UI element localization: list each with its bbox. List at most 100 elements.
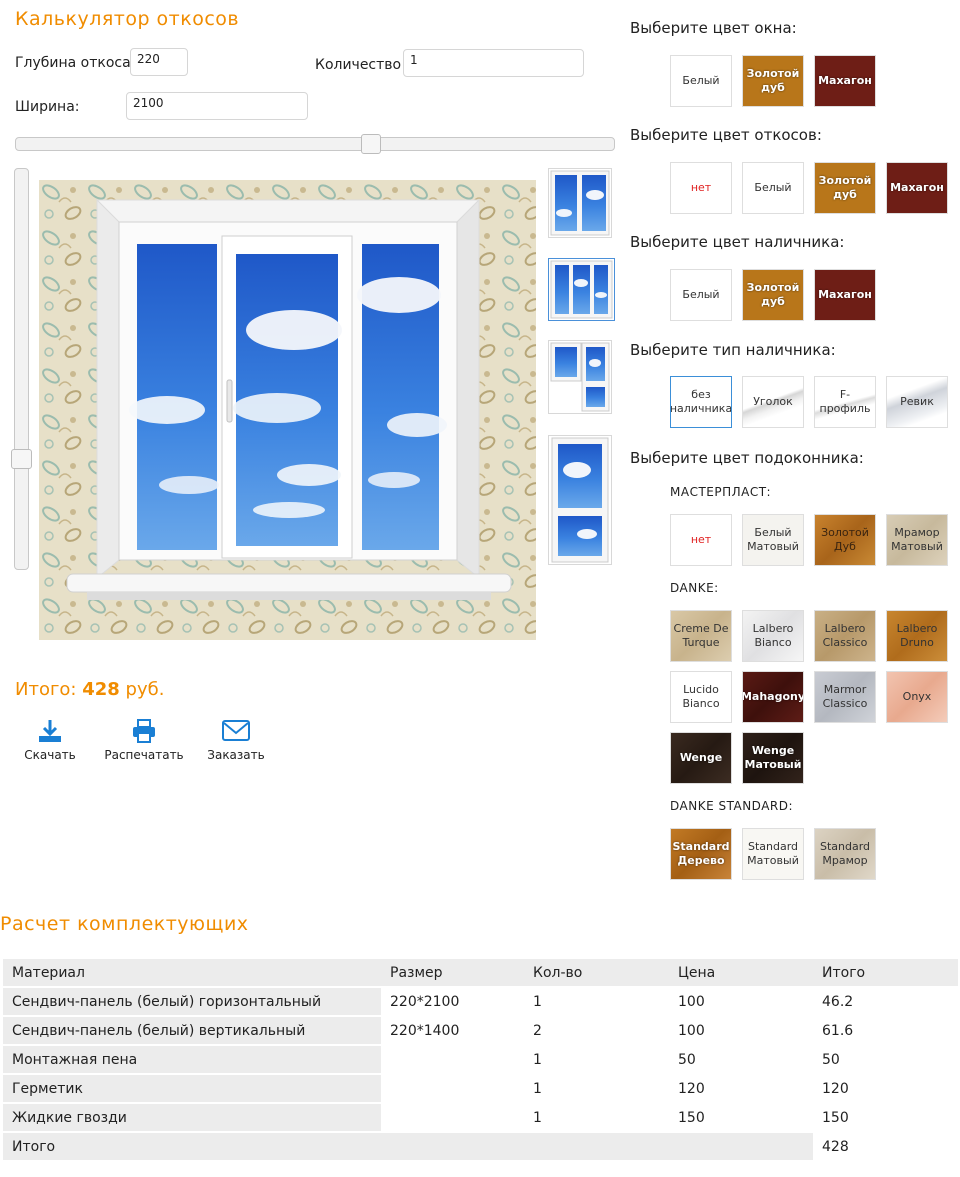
- table-row: Сендвич-панель (белый) горизонтальный 22…: [3, 986, 958, 1015]
- thumb-window-two-sash[interactable]: [548, 168, 612, 238]
- cell-size: 220*2100: [381, 986, 524, 1015]
- cell-price: 120: [669, 1073, 813, 1102]
- height-slider[interactable]: [11, 168, 32, 570]
- header-material: Материал: [3, 957, 381, 986]
- sill-masterplast-none[interactable]: нет: [670, 514, 732, 566]
- trim-color-white[interactable]: Белый: [670, 269, 732, 321]
- cell-total: 120: [813, 1073, 958, 1102]
- print-button[interactable]: Распечатать: [99, 718, 189, 762]
- trim-type-title: Выберите тип наличника:: [630, 341, 836, 359]
- trim-type-none[interactable]: без наличника: [670, 376, 732, 428]
- trim-color-mahogany[interactable]: Махагон: [814, 269, 876, 321]
- components-title: Расчет комплектующих: [0, 913, 249, 935]
- sill-danke-mahagony[interactable]: Mahagony: [742, 671, 804, 723]
- sill-masterplast-white-matte[interactable]: Белый Матовый: [742, 514, 804, 566]
- sill-danke-lucido-bianco[interactable]: Lucido Bianco: [670, 671, 732, 723]
- order-label: Заказать: [207, 748, 265, 762]
- quantity-input[interactable]: 1: [403, 49, 584, 77]
- trim-type-corner[interactable]: Уголок: [742, 376, 804, 428]
- thumb-balcony-block[interactable]: [548, 340, 612, 414]
- masterplast-title: МАСТЕРПЛАСТ:: [670, 485, 772, 499]
- cell-quantity: 1: [524, 1073, 669, 1102]
- sill-danke-standard-wood[interactable]: Standard Дерево: [670, 828, 732, 880]
- total-price: Итого: 428 руб.: [15, 679, 164, 700]
- window-color-title: Выберите цвет окна:: [630, 19, 797, 37]
- total-currency: руб.: [125, 679, 165, 700]
- table-header-row: Материал Размер Кол-во Цена Итого: [3, 957, 958, 986]
- header-size: Размер: [381, 957, 524, 986]
- header-price: Цена: [669, 957, 813, 986]
- table-total-row: Итого 428: [3, 1131, 958, 1160]
- slope-color-title: Выберите цвет откосов:: [630, 126, 822, 144]
- window-color-white[interactable]: Белый: [670, 55, 732, 107]
- quantity-label: Количество: [315, 57, 402, 73]
- thumb-balcony-door[interactable]: [548, 435, 612, 565]
- trim-color-golden-oak[interactable]: Золотой дуб: [742, 269, 804, 321]
- header-quantity: Кол-во: [524, 957, 669, 986]
- table-row: Жидкие гвозди 1 150 150: [3, 1102, 958, 1131]
- slope-color-mahogany[interactable]: Махагон: [886, 162, 948, 214]
- cell-price: 150: [669, 1102, 813, 1131]
- slope-color-white[interactable]: Белый: [742, 162, 804, 214]
- cell-material: Сендвич-панель (белый) горизонтальный: [3, 986, 381, 1015]
- cell-size: 220*1400: [381, 1015, 524, 1044]
- cell-total: 61.6: [813, 1015, 958, 1044]
- width-input[interactable]: 2100: [126, 92, 308, 120]
- components-table: Материал Размер Кол-во Цена Итого Сендви…: [3, 957, 958, 1160]
- download-label: Скачать: [24, 748, 76, 762]
- cell-material: Жидкие гвозди: [3, 1102, 381, 1131]
- table-row: Сендвич-панель (белый) вертикальный 220*…: [3, 1015, 958, 1044]
- thumb-window-three-sash[interactable]: [548, 258, 615, 321]
- download-icon: [39, 720, 61, 742]
- cell-price: 100: [669, 1015, 813, 1044]
- cell-quantity: 1: [524, 1044, 669, 1073]
- sill-color-title: Выберите цвет подоконника:: [630, 449, 864, 467]
- trim-type-f-profile[interactable]: F-профиль: [814, 376, 876, 428]
- cell-price: 100: [669, 986, 813, 1015]
- sill-danke-wenge-matte[interactable]: Wenge Матовый: [742, 732, 804, 784]
- window-preview: [39, 180, 536, 640]
- cell-total: 46.2: [813, 986, 958, 1015]
- download-button[interactable]: Скачать: [5, 718, 95, 762]
- sill-danke-standard-marble[interactable]: Standard Мрамор: [814, 828, 876, 880]
- depth-label: Глубина откоса: [15, 55, 131, 71]
- cell-total: 150: [813, 1102, 958, 1131]
- width-label: Ширина:: [15, 99, 80, 115]
- total-prefix: Итого:: [15, 679, 77, 700]
- sill-masterplast-marble-matte[interactable]: Мрамор Матовый: [886, 514, 948, 566]
- width-slider[interactable]: [15, 134, 615, 154]
- slope-color-none[interactable]: нет: [670, 162, 732, 214]
- cell-material: Герметик: [3, 1073, 381, 1102]
- trim-type-revik[interactable]: Ревик: [886, 376, 948, 428]
- sill-danke-creme-de-turque[interactable]: Creme De Turque: [670, 610, 732, 662]
- sill-danke-wenge[interactable]: Wenge: [670, 732, 732, 784]
- danke-title: DANKE:: [670, 581, 719, 595]
- cell-size: [381, 1073, 524, 1102]
- header-total: Итого: [813, 957, 958, 986]
- width-slider-handle[interactable]: [361, 134, 381, 154]
- order-button[interactable]: Заказать: [191, 718, 281, 762]
- cell-quantity: 2: [524, 1015, 669, 1044]
- cell-quantity: 1: [524, 1102, 669, 1131]
- sill-danke-lalbero-bianco[interactable]: Lalbero Bianco: [742, 610, 804, 662]
- cell-quantity: 1: [524, 986, 669, 1015]
- height-slider-handle[interactable]: [11, 449, 32, 469]
- envelope-icon: [222, 720, 250, 741]
- sill-danke-lalbero-druno[interactable]: Lalbero Druno: [886, 610, 948, 662]
- cell-size: [381, 1102, 524, 1131]
- slope-color-golden-oak[interactable]: Золотой дуб: [814, 162, 876, 214]
- total-value: 428: [82, 679, 120, 700]
- sill-danke-onyx[interactable]: Onyx: [886, 671, 948, 723]
- sill-masterplast-golden-oak[interactable]: Золотой Дуб: [814, 514, 876, 566]
- cell-material: Монтажная пена: [3, 1044, 381, 1073]
- total-row-value: 428: [813, 1131, 958, 1160]
- calculator-title: Калькулятор откосов: [15, 8, 240, 30]
- depth-input[interactable]: 220: [130, 48, 188, 76]
- cell-material: Сендвич-панель (белый) вертикальный: [3, 1015, 381, 1044]
- window-color-mahogany[interactable]: Махагон: [814, 55, 876, 107]
- sill-danke-lalbero-classico[interactable]: Lalbero Classico: [814, 610, 876, 662]
- sill-danke-marmor-classico[interactable]: Marmor Classico: [814, 671, 876, 723]
- window-color-golden-oak[interactable]: Золотой дуб: [742, 55, 804, 107]
- sill-danke-standard-matte[interactable]: Standard Матовый: [742, 828, 804, 880]
- trim-color-title: Выберите цвет наличника:: [630, 233, 845, 251]
